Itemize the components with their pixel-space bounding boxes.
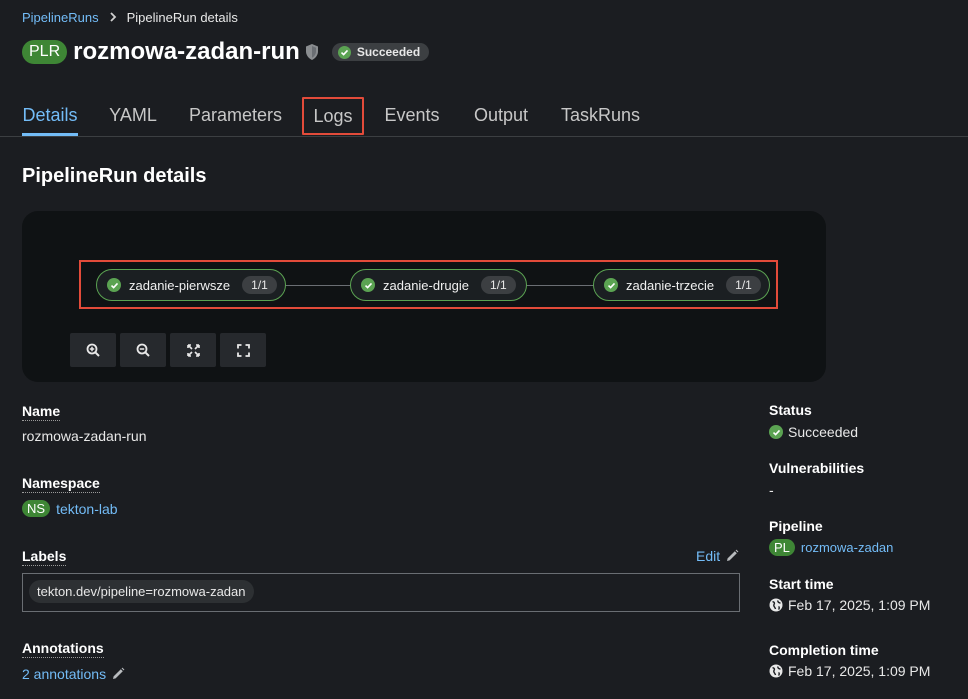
labels-container[interactable]: tekton.dev/pipeline=rozmowa-zadan bbox=[22, 573, 740, 612]
start-time-text: Feb 17, 2025, 1:09 PM bbox=[788, 597, 931, 613]
completion-time-text: Feb 17, 2025, 1:09 PM bbox=[788, 663, 931, 679]
vulnerabilities-label: Vulnerabilities bbox=[769, 460, 865, 476]
task-node-count: 1/1 bbox=[481, 276, 516, 294]
check-circle-icon bbox=[107, 278, 121, 292]
annotations-edit-button[interactable]: 2 annotations bbox=[22, 666, 125, 682]
namespace-link[interactable]: tekton-lab bbox=[56, 501, 117, 517]
tab-bar: Details YAML Parameters Logs Events Outp… bbox=[0, 95, 968, 137]
expand-button[interactable] bbox=[220, 333, 266, 367]
chevron-right-icon bbox=[109, 10, 117, 25]
expand-icon bbox=[236, 343, 250, 357]
namespace-value: NS tekton-lab bbox=[22, 500, 118, 517]
labels-field: Labels bbox=[22, 548, 67, 566]
status-label: Status bbox=[769, 402, 812, 418]
name-value: rozmowa-zadan-run bbox=[22, 428, 147, 444]
task-node-zadanie-drugie[interactable]: zadanie-drugie 1/1 bbox=[350, 269, 527, 301]
task-node-label: zadanie-pierwsze bbox=[129, 277, 231, 293]
globe-icon bbox=[769, 664, 783, 678]
namespace-badge: NS bbox=[22, 500, 51, 517]
shield-icon bbox=[304, 43, 320, 61]
tab-parameters[interactable]: Parameters bbox=[188, 95, 283, 135]
labels-edit-label: Edit bbox=[696, 548, 721, 564]
section-title: PipelineRun details bbox=[22, 165, 207, 187]
zoom-out-button[interactable] bbox=[120, 333, 166, 367]
labels-edit-button[interactable]: Edit bbox=[696, 548, 739, 564]
annotations-field: Annotations bbox=[22, 640, 104, 658]
label-chip[interactable]: tekton.dev/pipeline=rozmowa-zadan bbox=[29, 580, 254, 603]
task-node-zadanie-pierwsze[interactable]: zadanie-pierwsze 1/1 bbox=[96, 269, 286, 301]
labels-label: Labels bbox=[22, 548, 67, 566]
tab-output[interactable]: Output bbox=[470, 95, 532, 135]
fit-to-screen-button[interactable] bbox=[170, 333, 216, 367]
namespace-field: Namespace bbox=[22, 475, 100, 493]
zoom-in-icon bbox=[86, 343, 100, 357]
status-text: Succeeded bbox=[788, 424, 859, 440]
pipeline-label: Pipeline bbox=[769, 518, 823, 534]
fit-to-screen-icon bbox=[186, 343, 200, 357]
pipeline-badge: PL bbox=[769, 539, 795, 556]
check-circle-icon bbox=[604, 278, 618, 292]
pipeline-topology[interactable]: zadanie-pierwsze 1/1 zadanie-drugie 1/1 … bbox=[22, 211, 826, 382]
completion-time-label: Completion time bbox=[769, 642, 879, 658]
status-badge: Succeeded bbox=[331, 43, 430, 61]
task-node-label: zadanie-drugie bbox=[383, 277, 470, 293]
tab-yaml[interactable]: YAML bbox=[108, 95, 158, 135]
pipeline-value: PL rozmowa-zadan bbox=[769, 539, 893, 556]
status-badge-label: Succeeded bbox=[356, 45, 421, 59]
pencil-icon bbox=[113, 667, 125, 679]
tab-events[interactable]: Events bbox=[383, 95, 441, 135]
task-node-zadanie-trzecie[interactable]: zadanie-trzecie 1/1 bbox=[593, 269, 770, 301]
zoom-out-icon bbox=[136, 343, 150, 357]
check-circle-icon bbox=[769, 425, 783, 439]
breadcrumb-pipelineruns-link[interactable]: PipelineRuns bbox=[22, 10, 99, 25]
pipeline-link[interactable]: rozmowa-zadan bbox=[801, 540, 894, 555]
globe-icon bbox=[769, 598, 783, 612]
task-node-count: 1/1 bbox=[726, 276, 761, 294]
pencil-icon bbox=[727, 549, 739, 561]
status-value: Succeeded bbox=[769, 424, 858, 440]
namespace-label: Namespace bbox=[22, 475, 100, 493]
vulnerabilities-value: - bbox=[769, 482, 774, 498]
annotations-label: Annotations bbox=[22, 640, 104, 658]
pipelinerun-badge: PLR bbox=[22, 40, 68, 64]
check-circle-icon bbox=[337, 45, 351, 59]
tab-details[interactable]: Details bbox=[22, 95, 78, 136]
task-node-count: 1/1 bbox=[242, 276, 277, 294]
page-title: rozmowa-zadan-run bbox=[73, 38, 300, 65]
topology-edge bbox=[526, 285, 594, 286]
topology-edge bbox=[285, 285, 351, 286]
breadcrumb-current: PipelineRun details bbox=[126, 10, 238, 25]
page-header: PLR rozmowa-zadan-run Succeeded bbox=[22, 38, 430, 66]
start-time-value: Feb 17, 2025, 1:09 PM bbox=[769, 597, 930, 613]
annotations-link: 2 annotations bbox=[22, 666, 107, 682]
name-label: Name bbox=[22, 403, 61, 421]
completion-time-value: Feb 17, 2025, 1:09 PM bbox=[769, 663, 930, 679]
zoom-in-button[interactable] bbox=[70, 333, 116, 367]
tab-logs[interactable]: Logs bbox=[302, 97, 364, 135]
check-circle-icon bbox=[361, 278, 375, 292]
breadcrumb: PipelineRuns PipelineRun details bbox=[22, 10, 238, 25]
tab-taskruns[interactable]: TaskRuns bbox=[561, 95, 640, 135]
name-field: Name bbox=[22, 403, 61, 421]
start-time-label: Start time bbox=[769, 576, 834, 592]
task-node-label: zadanie-trzecie bbox=[626, 277, 715, 293]
